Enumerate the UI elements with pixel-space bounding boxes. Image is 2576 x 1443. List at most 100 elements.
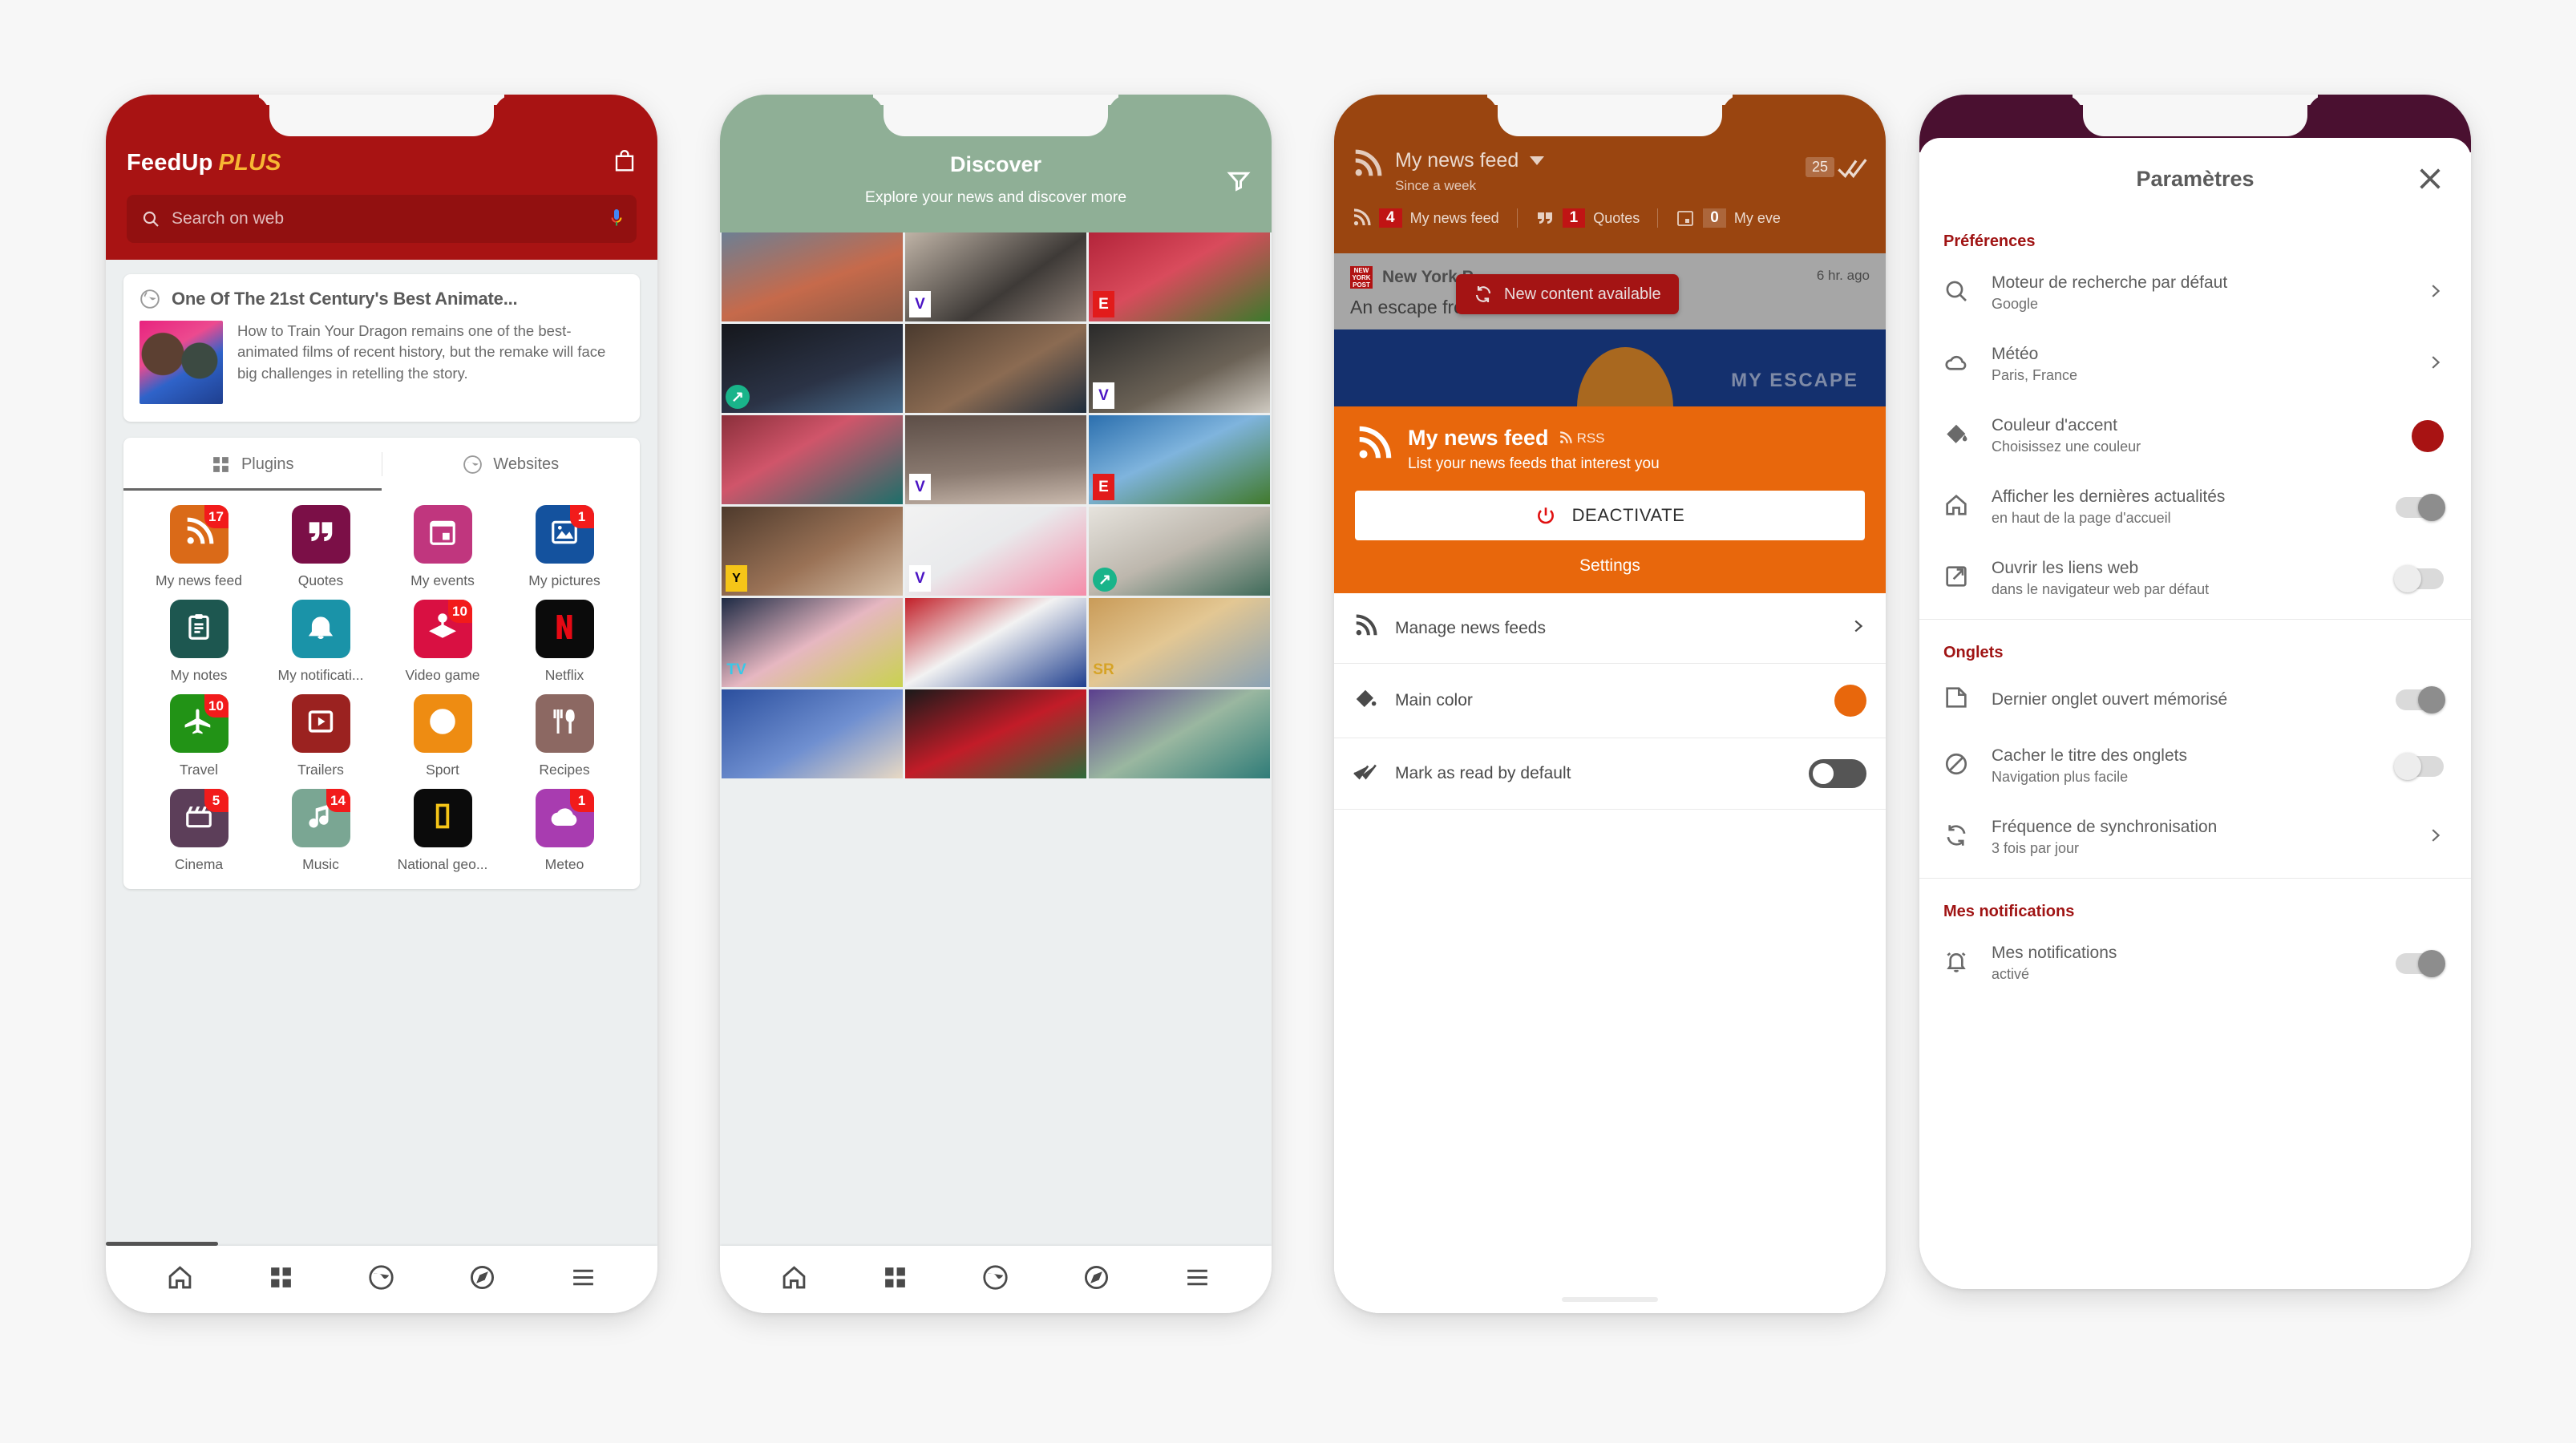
accent-color-swatch[interactable] <box>2412 419 2444 452</box>
search-input[interactable]: Search on web <box>127 195 637 243</box>
discover-tile[interactable]: ↗ <box>722 324 903 413</box>
nav-menu[interactable] <box>1184 1264 1211 1295</box>
chevron-down-icon[interactable] <box>1530 156 1545 165</box>
discover-tile[interactable] <box>722 689 903 778</box>
plugin-cell[interactable]: 10 Video game <box>382 600 503 684</box>
tab-plugins[interactable]: Plugins <box>123 438 382 491</box>
chip-my-events[interactable]: 0 My eve <box>1657 208 1798 228</box>
plugin-cell[interactable]: Trailers <box>260 694 382 778</box>
top-news-card[interactable]: One Of The 21st Century's Best Animate..… <box>123 274 640 422</box>
plugin-tile[interactable] <box>169 600 228 658</box>
close-icon[interactable] <box>2416 165 2444 196</box>
settings-row[interactable]: Cacher le titre des onglets Navigation pl… <box>1919 730 2471 802</box>
settings-toggle[interactable] <box>2396 493 2445 521</box>
plugin-cell[interactable]: Recipes <box>503 694 625 778</box>
chip-quotes[interactable]: 1 Quotes <box>1516 208 1658 228</box>
discover-tile[interactable]: E <box>1089 232 1270 321</box>
nav-compass[interactable] <box>1083 1264 1110 1295</box>
nav-menu[interactable] <box>570 1264 596 1295</box>
discover-tile[interactable]: ↗ <box>1089 507 1270 596</box>
plugin-tile[interactable] <box>291 505 350 564</box>
filter-icon[interactable] <box>1227 168 1251 196</box>
tab-websites[interactable]: Websites <box>382 438 641 491</box>
feed-title-row[interactable]: My news feed <box>1395 149 1545 172</box>
settings-row[interactable]: Afficher les dernières actualités en haut… <box>1919 471 2471 543</box>
settings-row[interactable]: Moteur de recherche par défaut Google <box>1919 257 2471 329</box>
settings-toggle[interactable] <box>2396 949 2445 977</box>
settings-row[interactable]: Fréquence de synchronisation 3 fois par j… <box>1919 802 2471 873</box>
settings-row-manage-feeds[interactable]: Manage news feeds <box>1334 593 1886 664</box>
discover-tile[interactable] <box>722 232 903 321</box>
discover-tile[interactable]: V <box>905 415 1086 504</box>
plugin-tile[interactable]: 14 <box>291 789 350 847</box>
settings-row[interactable]: Météo Paris, France <box>1919 329 2471 400</box>
nav-grid[interactable] <box>882 1264 908 1295</box>
discover-tile[interactable]: TV <box>722 598 903 687</box>
plugin-cell[interactable]: 1 Meteo <box>503 789 625 873</box>
plugin-tile[interactable] <box>535 600 594 658</box>
settings-row[interactable]: Couleur d'accent Choisissez une couleur <box>1919 400 2471 471</box>
settings-row[interactable]: Mes notifications activé <box>1919 928 2471 999</box>
plugin-tile[interactable]: 10 <box>413 600 472 658</box>
discover-tile[interactable]: V <box>905 507 1086 596</box>
device-notch <box>884 95 1108 136</box>
nav-globe[interactable] <box>368 1264 394 1295</box>
plugin-cell[interactable]: Sport <box>382 694 503 778</box>
article-row[interactable]: NEW YORK POST New York P An escape fro 6 h… <box>1334 253 1886 329</box>
discover-tile[interactable] <box>905 598 1086 687</box>
plugin-cell[interactable]: My notes <box>138 600 260 684</box>
nav-grid[interactable] <box>268 1264 294 1295</box>
plugin-cell[interactable]: Netflix <box>503 600 625 684</box>
plugin-tile[interactable]: 10 <box>169 694 228 753</box>
plugin-tile[interactable] <box>291 694 350 753</box>
plugin-tile[interactable]: 1 <box>535 789 594 847</box>
plugin-tile[interactable] <box>535 694 594 753</box>
mark-read-toggle[interactable] <box>1809 759 1866 788</box>
chip-my-news-feed[interactable]: 4 My news feed <box>1352 208 1517 228</box>
plugin-cell[interactable]: 14 Music <box>260 789 382 873</box>
plugin-cell[interactable]: 5 Cinema <box>138 789 260 873</box>
new-content-toast[interactable]: New content available <box>1456 274 1679 314</box>
discover-tile[interactable]: V <box>1089 324 1270 413</box>
microphone-icon[interactable] <box>611 208 622 230</box>
nav-globe[interactable] <box>982 1264 1009 1295</box>
settings-toggle[interactable] <box>2394 752 2444 780</box>
plugin-cell[interactable]: 10 Travel <box>138 694 260 778</box>
settings-row[interactable]: Ouvrir les liens web dans le navigateur w… <box>1919 543 2471 614</box>
plugin-tile[interactable]: 17 <box>169 505 228 564</box>
plugin-cell[interactable]: Quotes <box>260 505 382 589</box>
settings-toggle[interactable] <box>2396 685 2445 713</box>
discover-tile[interactable]: E <box>1089 415 1270 504</box>
plugin-cell[interactable]: 17 My news feed <box>138 505 260 589</box>
nav-home[interactable] <box>781 1264 807 1295</box>
settings-row[interactable]: Dernier onglet ouvert mémorisé <box>1919 669 2471 730</box>
settings-toggle[interactable] <box>2394 564 2444 592</box>
settings-row-main-color[interactable]: Main color <box>1334 664 1886 738</box>
mark-all-read-button[interactable]: 25 <box>1805 157 1868 180</box>
main-color-swatch[interactable] <box>1834 685 1866 717</box>
shopping-bag-icon[interactable] <box>613 148 637 179</box>
discover-tile[interactable] <box>905 324 1086 413</box>
plugin-tile[interactable]: 5 <box>169 789 228 847</box>
plugin-tile[interactable]: 1 <box>535 505 594 564</box>
plugin-cell[interactable]: National geo... <box>382 789 503 873</box>
discover-tile[interactable] <box>905 689 1086 778</box>
plugin-cell[interactable]: My events <box>382 505 503 589</box>
deactivate-button[interactable]: DEACTIVATE <box>1355 491 1865 540</box>
plugin-tile[interactable] <box>291 600 350 658</box>
plugin-tile[interactable] <box>413 789 472 847</box>
discover-tile[interactable]: SR <box>1089 598 1270 687</box>
discover-tile[interactable]: Y <box>722 507 903 596</box>
discover-tile[interactable] <box>1089 689 1270 778</box>
settings-row-text: Couleur d'accent Choisissez une couleur <box>1992 416 2389 455</box>
settings-header: Paramètres <box>1919 144 2471 213</box>
discover-tile[interactable]: V <box>905 232 1086 321</box>
discover-tile[interactable] <box>722 415 903 504</box>
nav-home[interactable] <box>167 1264 193 1295</box>
plugin-cell[interactable]: 1 My pictures <box>503 505 625 589</box>
plugin-tile[interactable] <box>413 694 472 753</box>
plugin-tile[interactable] <box>413 505 472 564</box>
plugin-cell[interactable]: My notificati... <box>260 600 382 684</box>
nav-compass[interactable] <box>469 1264 495 1295</box>
settings-row-mark-read[interactable]: Mark as read by default <box>1334 738 1886 810</box>
